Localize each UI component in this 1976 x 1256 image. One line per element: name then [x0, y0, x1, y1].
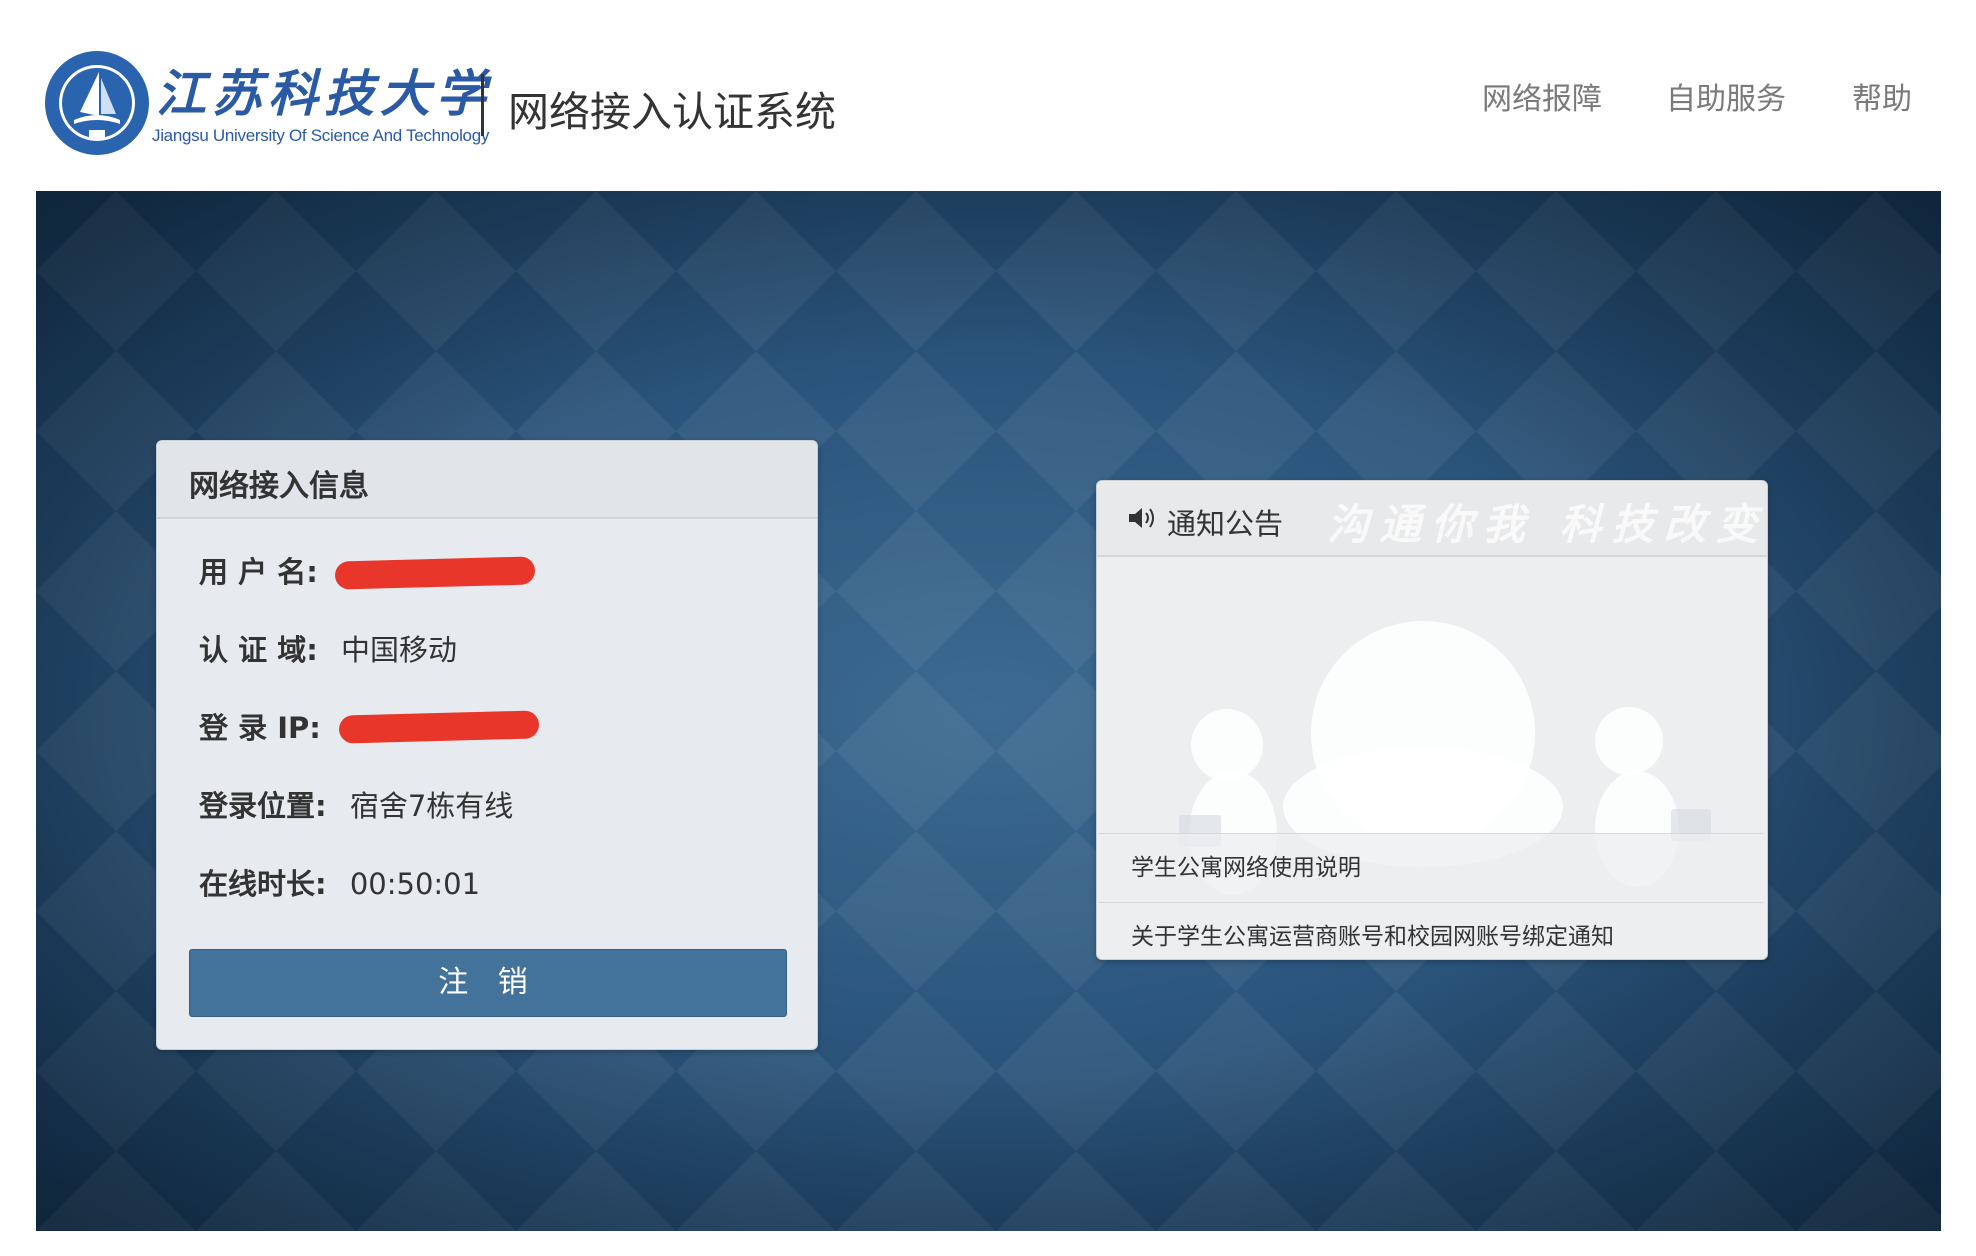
auth-domain-row: 认 证 域: 中国移动	[199, 627, 457, 671]
notice-panel-title: 通知公告	[1167, 507, 1284, 541]
username-label: 用 户 名:	[199, 555, 318, 589]
info-panel-title: 网络接入信息	[189, 469, 369, 504]
nav-network-report[interactable]: 网络报障	[1482, 74, 1602, 118]
info-panel-header: 网络接入信息	[157, 441, 817, 519]
login-location-label: 登录位置:	[199, 789, 327, 823]
login-location-value: 宿舍7栋有线	[349, 789, 514, 823]
nav-self-service[interactable]: 自助服务	[1666, 74, 1786, 118]
logo-divider	[481, 74, 484, 136]
username-row: 用 户 名:	[199, 549, 327, 593]
notice-panel: 沟通你我 科技改变生活 通知公告 学生公寓网络使用说明 关于学生公寓运营商账号和…	[1096, 480, 1768, 960]
page-header: 江苏科技大学 Jiangsu University Of Science And…	[0, 0, 1976, 190]
network-info-panel: 网络接入信息 用 户 名: 认 证 域: 中国移动 登 录 IP: 登录位置: …	[156, 440, 818, 1050]
system-title: 网络接入认证系统	[508, 88, 836, 136]
speaker-icon	[1129, 508, 1154, 528]
university-seal-icon	[45, 51, 149, 155]
notice-panel-header: 沟通你我 科技改变生活 通知公告	[1097, 481, 1767, 557]
university-name-cn: 江苏科技大学	[156, 64, 492, 123]
online-duration-row: 在线时长: 00:50:01	[199, 861, 480, 905]
login-ip-label: 登 录 IP:	[199, 711, 321, 745]
auth-domain-label: 认 证 域:	[199, 633, 318, 667]
login-ip-redaction	[338, 710, 540, 744]
header-watermark: 沟通你我 科技改变生活	[1327, 500, 1767, 549]
auth-domain-value: 中国移动	[341, 633, 458, 667]
notice-item[interactable]: 学生公寓网络使用说明	[1099, 833, 1763, 902]
notice-item[interactable]: 关于学生公寓运营商账号和校园网账号绑定通知	[1099, 902, 1763, 959]
login-ip-row: 登 录 IP:	[199, 705, 330, 749]
university-name-en: Jiangsu University Of Science And Techno…	[152, 126, 490, 145]
username-redaction	[334, 556, 536, 590]
logout-button[interactable]: 注 销	[189, 949, 787, 1017]
notice-list: 学生公寓网络使用说明 关于学生公寓运营商账号和校园网账号绑定通知	[1099, 833, 1763, 959]
nav-help[interactable]: 帮助	[1852, 74, 1912, 118]
online-duration-value: 00:50:01	[349, 867, 481, 901]
login-location-row: 登录位置: 宿舍7栋有线	[199, 783, 513, 827]
online-duration-label: 在线时长:	[199, 867, 327, 901]
